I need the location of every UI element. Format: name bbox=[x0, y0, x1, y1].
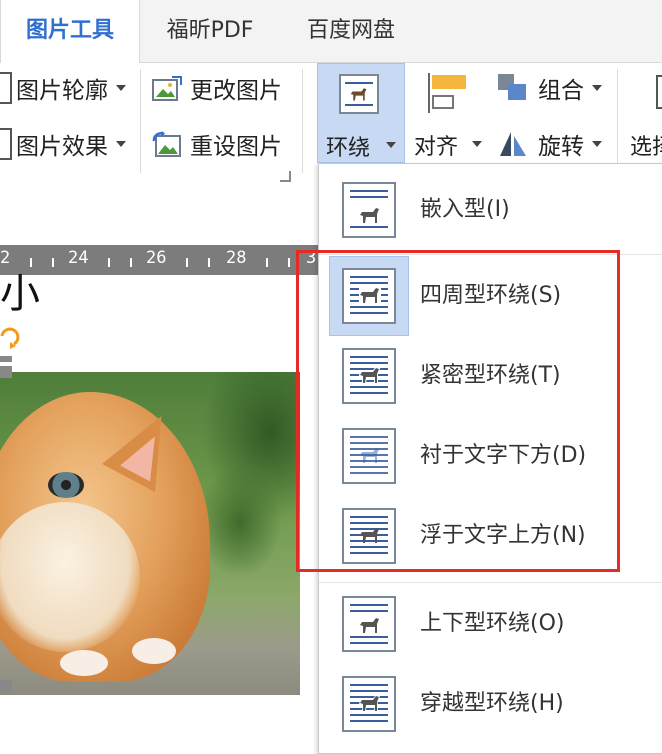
ruler-tick bbox=[186, 258, 188, 267]
wrap-text-icon bbox=[339, 74, 379, 114]
select-pane-icon bbox=[656, 75, 662, 109]
menu-item-top-bottom-wrap[interactable]: 上下型环绕(O) bbox=[320, 584, 662, 664]
through-wrap-icon bbox=[342, 676, 396, 732]
menu-divider bbox=[319, 582, 662, 583]
rotate-label: 旋转 bbox=[538, 134, 584, 160]
kitten-eye bbox=[48, 472, 84, 498]
ruler-tick bbox=[130, 258, 132, 267]
horizontal-ruler: 2 24 26 28 3 bbox=[0, 245, 330, 275]
rotate-button[interactable]: 旋转 bbox=[498, 127, 602, 161]
resize-handle[interactable] bbox=[0, 366, 12, 378]
rotate-handle-icon[interactable] bbox=[0, 322, 20, 362]
change-picture-icon bbox=[152, 75, 182, 101]
picture-effects-button[interactable]: 图片效果 bbox=[0, 127, 126, 161]
separator bbox=[140, 69, 141, 173]
chevron-down-icon bbox=[116, 141, 126, 147]
menu-item-inline[interactable]: 嵌入型(I) bbox=[320, 170, 662, 250]
change-picture-label: 更改图片 bbox=[190, 78, 282, 104]
ruler-tick bbox=[208, 258, 210, 267]
inline-icon bbox=[342, 182, 396, 238]
ruler-tick bbox=[266, 258, 268, 267]
ruler-label: 2 bbox=[0, 248, 11, 268]
chevron-down-icon bbox=[386, 142, 396, 148]
top-bottom-wrap-icon bbox=[342, 596, 396, 652]
chevron-down-icon bbox=[472, 141, 482, 147]
align-button[interactable]: 对齐 bbox=[412, 63, 490, 163]
kitten-paw bbox=[60, 650, 108, 676]
menu-item-label: 嵌入型(I) bbox=[420, 197, 510, 222]
resize-handle[interactable] bbox=[0, 680, 12, 692]
separator bbox=[617, 69, 618, 173]
ruler-tick bbox=[288, 258, 290, 267]
ruler-tick bbox=[108, 258, 110, 267]
reset-picture-label: 重设图片 bbox=[190, 134, 282, 160]
picture-outline-label: 图片轮廓 bbox=[16, 78, 108, 104]
picture-outline-button[interactable]: 图片轮廓 bbox=[0, 71, 126, 105]
picture-effects-label: 图片效果 bbox=[16, 134, 108, 160]
ruler-tick bbox=[30, 258, 32, 267]
group-button[interactable]: 组合 bbox=[498, 71, 602, 105]
ruler-tick bbox=[52, 258, 54, 267]
annotation-highlight-box bbox=[296, 250, 620, 572]
chevron-down-icon bbox=[592, 141, 602, 147]
align-icon bbox=[426, 73, 470, 113]
dialog-launcher-icon[interactable] bbox=[280, 171, 291, 182]
wrap-text-label: 环绕 bbox=[326, 136, 371, 161]
tab-bar: 图片工具 福昕PDF 百度网盘 bbox=[0, 0, 662, 63]
picture-outline-icon bbox=[0, 72, 12, 104]
menu-item-label: 穿越型环绕(H) bbox=[420, 691, 564, 716]
picture-effects-icon bbox=[0, 128, 12, 160]
tab-baidu-netdisk[interactable]: 百度网盘 bbox=[282, 0, 420, 62]
kitten-photo[interactable] bbox=[0, 372, 300, 695]
group-icon bbox=[498, 74, 528, 102]
align-label: 对齐 bbox=[414, 135, 459, 160]
select-pane-label: 选择 bbox=[630, 135, 662, 160]
menu-item-label: 上下型环绕(O) bbox=[420, 611, 565, 636]
chevron-down-icon bbox=[116, 85, 126, 91]
wrap-text-button[interactable]: 环绕 bbox=[317, 63, 405, 163]
chevron-down-icon bbox=[592, 85, 602, 91]
select-pane-button[interactable]: 选择 bbox=[628, 63, 662, 163]
rotate-icon bbox=[498, 130, 528, 158]
tab-picture-tools[interactable]: 图片工具 bbox=[0, 0, 140, 63]
ruler-label: 24 bbox=[68, 248, 89, 268]
separator bbox=[302, 69, 303, 173]
kitten-paw bbox=[132, 638, 176, 664]
group-label: 组合 bbox=[538, 78, 584, 104]
ruler-label: 28 bbox=[226, 248, 247, 268]
reset-picture-icon bbox=[152, 131, 182, 157]
ruler-label: 26 bbox=[146, 248, 167, 268]
change-picture-button[interactable]: 更改图片 bbox=[152, 71, 282, 105]
reset-picture-button[interactable]: 重设图片 bbox=[152, 127, 282, 161]
document-text-fragment: 小 bbox=[0, 271, 40, 317]
menu-item-through-wrap[interactable]: 穿越型环绕(H) bbox=[320, 664, 662, 744]
tab-foxit-pdf[interactable]: 福昕PDF bbox=[146, 0, 274, 62]
